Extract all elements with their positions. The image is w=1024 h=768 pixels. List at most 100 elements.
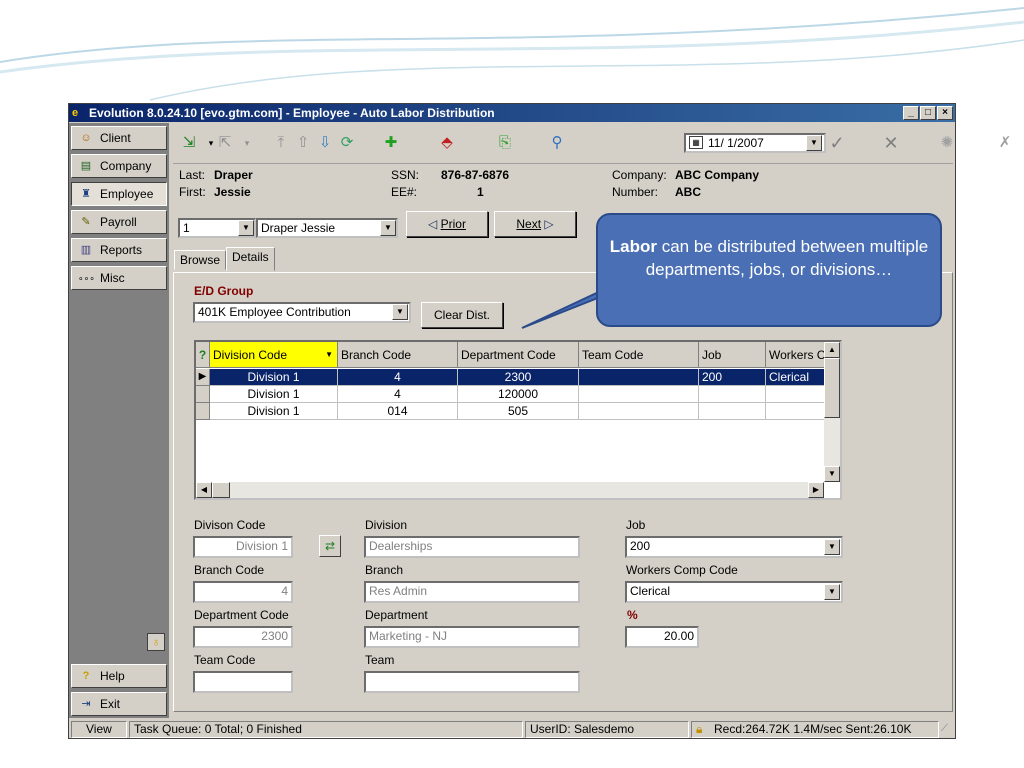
prior-button[interactable]: ◁ Prior: [406, 211, 488, 237]
sidebar-item-label: Payroll: [100, 215, 137, 229]
ssn-label: SSN:: [391, 168, 420, 182]
ee-number-select[interactable]: 1 ▼: [178, 218, 256, 238]
chevron-down-icon[interactable]: ▼: [380, 220, 396, 236]
download-icon[interactable]: ⇩: [313, 132, 337, 154]
lookup-icon[interactable]: ⇄: [319, 535, 341, 557]
sidebar-item-employee[interactable]: ♜ Employee: [71, 182, 167, 206]
post-record-icon[interactable]: ⇱: [213, 132, 237, 154]
sidebar-item-misc[interactable]: ∘∘∘ Misc: [71, 266, 167, 290]
first-name-value: Jessie: [214, 185, 251, 199]
sidebar-item-client[interactable]: ☺ Client: [71, 126, 167, 150]
cell-department-code: 505: [458, 403, 579, 420]
scroll-right-icon[interactable]: ▶: [808, 482, 824, 498]
decorative-swoosh: [0, 7, 1024, 101]
insert-record-icon[interactable]: ⇲: [177, 132, 201, 154]
tools-icon[interactable]: ✗: [993, 132, 1017, 154]
minimize-button[interactable]: _: [903, 106, 919, 120]
status-traffic-text: Recd:264.72K 1.4M/sec Sent:26.10K: [714, 722, 912, 736]
close-button[interactable]: ×: [937, 106, 953, 120]
table-row[interactable]: Division 1 014 505: [196, 403, 826, 420]
column-header-department-code[interactable]: Department Code: [458, 342, 579, 368]
vertical-scrollbar[interactable]: ▲ ▼: [824, 342, 840, 482]
resize-grip-icon[interactable]: ⟋: [941, 723, 953, 737]
chevron-down-icon[interactable]: ▼: [824, 539, 840, 555]
lightbulb-icon[interactable]: ♁: [147, 633, 165, 651]
status-view[interactable]: View: [71, 721, 127, 738]
grid-filter-icon[interactable]: ?: [196, 342, 210, 368]
save-icon[interactable]: ⎘: [493, 132, 517, 154]
tab-details[interactable]: Details: [226, 247, 275, 271]
callout-bold-text: Labor: [609, 237, 657, 256]
add-icon[interactable]: ✚: [379, 132, 403, 154]
chevron-down-icon[interactable]: ▼: [238, 220, 254, 236]
job-select[interactable]: 200 ▼: [625, 536, 843, 558]
settings-icon[interactable]: ✺: [935, 132, 959, 154]
division-field[interactable]: Dealerships: [364, 536, 580, 558]
tab-browse[interactable]: Browse: [174, 250, 227, 270]
job-value: 200: [630, 539, 651, 553]
ed-group-select[interactable]: 401K Employee Contribution ▼: [193, 302, 411, 323]
dropdown-arrow-icon[interactable]: ▾: [235, 132, 259, 154]
scroll-thumb[interactable]: [212, 482, 230, 498]
branch-field[interactable]: Res Admin: [364, 581, 580, 603]
table-row[interactable]: Division 1 4 120000: [196, 386, 826, 403]
first-record-icon[interactable]: ⤒: [269, 132, 293, 154]
horizontal-scrollbar[interactable]: ◀ ▶: [196, 482, 824, 498]
chevron-down-icon[interactable]: ▼: [806, 135, 822, 151]
workers-comp-select[interactable]: Clerical ▼: [625, 581, 843, 603]
delete-icon[interactable]: ⬘: [435, 132, 459, 154]
department-code-field[interactable]: 2300: [193, 626, 293, 648]
branch-code-field[interactable]: 4: [193, 581, 293, 603]
column-header-team-code[interactable]: Team Code: [579, 342, 699, 368]
scroll-thumb[interactable]: [824, 358, 840, 418]
company-number-value: ABC: [675, 185, 701, 199]
checkmark-icon[interactable]: ✓: [825, 132, 849, 154]
help-button[interactable]: ? Help: [71, 664, 167, 688]
exit-button[interactable]: ⇥ Exit: [71, 692, 167, 716]
app-window: e Evolution 8.0.24.10 [evo.gtm.com] - Em…: [68, 103, 1011, 739]
division-label: Division: [365, 518, 408, 532]
search-icon[interactable]: ⚲: [545, 132, 569, 154]
scroll-left-icon[interactable]: ◀: [196, 482, 212, 498]
table-row[interactable]: ▶ Division 1 4 2300 200 Clerical: [196, 369, 826, 386]
job-label: Job: [626, 518, 646, 532]
cell-division-code: Division 1: [210, 369, 338, 386]
sidebar-item-label: Company: [100, 159, 152, 173]
refresh-icon[interactable]: ⟳: [335, 132, 359, 154]
callout-text: can be distributed between multiple depa…: [645, 237, 929, 279]
ee-number-value: 1: [477, 185, 484, 199]
payroll-icon: ✎: [81, 216, 91, 228]
employee-name-select[interactable]: Draper Jessie ▼: [256, 218, 398, 238]
first-name-label: First:: [179, 185, 206, 199]
upload-icon[interactable]: ⇧: [291, 132, 315, 154]
maximize-button[interactable]: □: [920, 106, 936, 120]
distribution-grid[interactable]: ? Division Code ▼ Branch Code Department…: [194, 340, 842, 500]
scroll-up-icon[interactable]: ▲: [824, 342, 840, 358]
team-field[interactable]: [364, 671, 580, 693]
division-code-field[interactable]: Division 1: [193, 536, 293, 558]
date-picker[interactable]: ▦ 11/ 1/2007 ▼: [684, 133, 826, 153]
sidebar-item-payroll[interactable]: ✎ Payroll: [71, 210, 167, 234]
sidebar-item-reports[interactable]: ▥ Reports: [71, 238, 167, 262]
last-name-label: Last:: [179, 168, 206, 182]
column-header-job[interactable]: Job: [699, 342, 766, 368]
status-bar: View Task Queue: 0 Total; 0 Finished Use…: [69, 719, 955, 739]
column-header-workers-comp[interactable]: Workers C: [766, 342, 826, 368]
toolbar: ⇲ ▾ ⇱ ▾ ⤒ ⇧ ⇩ ⟳ ✚ ⬘ ⎘ ⚲ ▦ 11/ 1/2007 ▼ ✓…: [173, 124, 1011, 164]
chevron-down-icon[interactable]: ▼: [392, 304, 408, 320]
team-code-field[interactable]: [193, 671, 293, 693]
column-header-branch-code[interactable]: Branch Code: [338, 342, 458, 368]
ssn-value: 876-87-6876: [441, 168, 510, 182]
scroll-down-icon[interactable]: ▼: [824, 466, 840, 482]
next-button[interactable]: Next ▷: [494, 211, 576, 237]
row-pointer-icon: ▶: [196, 369, 210, 386]
department-field[interactable]: Marketing - NJ: [364, 626, 580, 648]
clear-dist-button[interactable]: Clear Dist.: [421, 302, 503, 328]
chevron-down-icon[interactable]: ▼: [824, 584, 840, 600]
column-header-division-code[interactable]: Division Code ▼: [210, 342, 338, 368]
sidebar-item-company[interactable]: ▤ Company: [71, 154, 167, 178]
cell-department-code: 2300: [458, 369, 579, 386]
status-user: UserID: Salesdemo: [525, 721, 689, 738]
percent-field[interactable]: 20.00: [625, 626, 699, 648]
cancel-icon[interactable]: ✕: [879, 132, 903, 154]
